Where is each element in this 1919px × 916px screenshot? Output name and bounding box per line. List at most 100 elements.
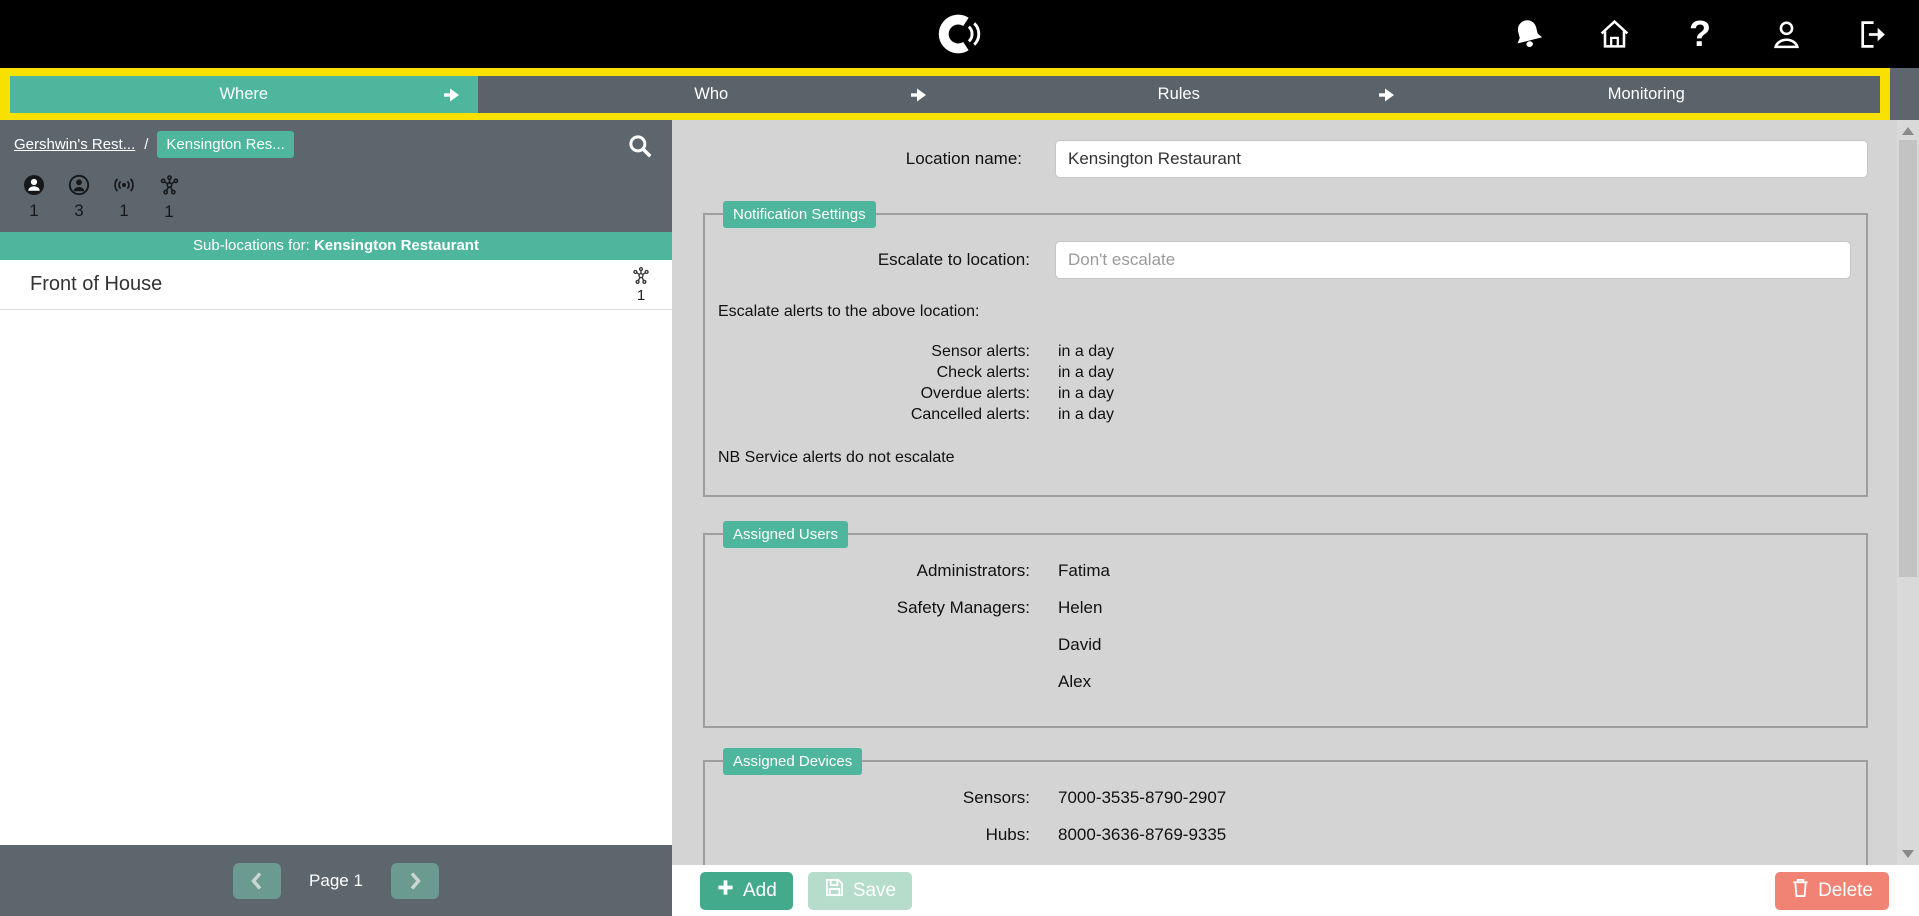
step-tab-monitoring[interactable]: Monitoring bbox=[1413, 76, 1881, 113]
count-value: 1 bbox=[108, 202, 140, 221]
escalate-to-location-input[interactable] bbox=[1055, 241, 1851, 279]
breadcrumb-current-chip[interactable]: Kensington Res... bbox=[157, 131, 293, 158]
device-row: Sensors: 7000-3535-8790-2907 bbox=[718, 788, 1851, 808]
escalate-note: Escalate alerts to the above location: bbox=[718, 303, 1851, 321]
save-button[interactable]: Save bbox=[808, 872, 912, 910]
step-label: Where bbox=[219, 85, 268, 104]
page-next-button[interactable] bbox=[391, 863, 439, 899]
location-sidebar: Gershwin's Rest... / Kensington Res... bbox=[0, 120, 672, 916]
scrollbar-thumb[interactable] bbox=[1899, 140, 1917, 577]
user-row: Administrators: Fatima bbox=[718, 561, 1851, 581]
device-id: 8000-3636-8769-9335 bbox=[1058, 825, 1226, 845]
arrow-right-icon bbox=[442, 85, 462, 105]
users-icon bbox=[67, 184, 91, 201]
step-label: Who bbox=[694, 85, 728, 104]
section-tag-assigned-devices: Assigned Devices bbox=[723, 748, 862, 775]
alert-row: Overdue alerts: in a day bbox=[718, 383, 1851, 404]
save-button-label: Save bbox=[853, 880, 896, 902]
breadcrumb-parent-link[interactable]: Gershwin's Rest... bbox=[14, 136, 135, 153]
step-tab-who[interactable]: Who bbox=[478, 76, 946, 113]
escalate-row: Escalate to location: bbox=[718, 241, 1851, 279]
plus-icon bbox=[716, 878, 735, 903]
sublocation-list: Front of House bbox=[0, 260, 672, 845]
account-icon[interactable] bbox=[1769, 17, 1803, 51]
step-label: Monitoring bbox=[1608, 85, 1685, 104]
device-row: Hubs: 8000-3636-8769-9335 bbox=[718, 825, 1851, 845]
logout-icon[interactable] bbox=[1855, 17, 1889, 51]
alert-row: Check alerts: in a day bbox=[718, 362, 1851, 383]
alert-value: in a day bbox=[1058, 383, 1114, 404]
main-panel: Location name: Notification Settings Esc… bbox=[672, 120, 1919, 916]
user-row: David bbox=[718, 635, 1851, 655]
app-root: ? Where Who bbox=[0, 0, 1919, 916]
user-row: Safety Managers: Helen bbox=[718, 598, 1851, 618]
administrators-icon bbox=[22, 184, 46, 201]
hub-icon bbox=[157, 185, 182, 202]
sublocations-prefix: Sub-locations for: bbox=[193, 237, 314, 254]
assigned-users-section: Assigned Users Administrators: Fatima Sa… bbox=[703, 533, 1868, 728]
location-name-label: Location name: bbox=[690, 149, 1022, 169]
location-form: Location name: Notification Settings Esc… bbox=[672, 120, 1919, 865]
sidebar-pagination: Page 1 bbox=[0, 845, 672, 916]
step-tab-rules[interactable]: Rules bbox=[945, 76, 1413, 113]
sensors-icon bbox=[111, 184, 137, 201]
search-icon[interactable] bbox=[626, 132, 654, 160]
alert-label: Overdue alerts: bbox=[718, 383, 1030, 404]
help-icon[interactable]: ? bbox=[1683, 17, 1717, 51]
save-floppy-icon bbox=[824, 877, 845, 904]
top-bar: ? bbox=[0, 0, 1919, 68]
home-icon[interactable] bbox=[1597, 17, 1631, 51]
location-counts: 1 3 bbox=[14, 158, 658, 232]
alert-value: in a day bbox=[1058, 404, 1114, 425]
location-name-input[interactable] bbox=[1055, 140, 1868, 178]
breadcrumb-separator: / bbox=[144, 136, 148, 153]
wizard-nav: Where Who Rules Monitoring bbox=[0, 68, 1919, 120]
administrators-count: 1 bbox=[18, 173, 50, 222]
halo-ring-logo-icon bbox=[936, 10, 984, 58]
trash-icon bbox=[1791, 877, 1810, 904]
scroll-up-button[interactable] bbox=[1897, 122, 1919, 140]
add-button-label: Add bbox=[743, 880, 777, 902]
alert-escalation-list: Sensor alerts: in a day Check alerts: in… bbox=[718, 341, 1851, 425]
user-role-label: Administrators: bbox=[718, 561, 1030, 581]
device-type-label: Sensors: bbox=[718, 788, 1030, 808]
alert-value: in a day bbox=[1058, 362, 1114, 383]
user-name: Fatima bbox=[1058, 561, 1110, 581]
sidebar-header: Gershwin's Rest... / Kensington Res... bbox=[0, 120, 672, 232]
user-row: Alex bbox=[718, 672, 1851, 692]
page-previous-button[interactable] bbox=[233, 863, 281, 899]
notification-settings-section: Notification Settings Escalate to locati… bbox=[703, 213, 1868, 497]
scroll-down-button[interactable] bbox=[1897, 845, 1919, 863]
user-name: Helen bbox=[1058, 598, 1102, 618]
breadcrumb: Gershwin's Rest... / Kensington Res... bbox=[14, 131, 658, 158]
action-bar: Add Save bbox=[672, 865, 1919, 916]
escalate-label: Escalate to location: bbox=[718, 250, 1030, 270]
user-role-label: Safety Managers: bbox=[718, 598, 1030, 618]
delete-button[interactable]: Delete bbox=[1775, 872, 1889, 910]
wizard-step-strip: Where Who Rules Monitoring bbox=[0, 68, 1890, 120]
add-button[interactable]: Add bbox=[700, 872, 793, 910]
sublocations-location-name: Kensington Restaurant bbox=[314, 237, 479, 254]
sublocation-name: Front of House bbox=[30, 273, 162, 296]
list-item-front-of-house[interactable]: Front of House bbox=[0, 260, 672, 310]
notifications-bell-icon[interactable] bbox=[1511, 17, 1545, 51]
count-value: 3 bbox=[63, 202, 95, 221]
section-tag-assigned-users: Assigned Users bbox=[723, 521, 848, 548]
section-tag-notification-settings: Notification Settings bbox=[723, 201, 876, 228]
arrow-right-icon bbox=[909, 85, 929, 105]
count-value: 1 bbox=[153, 203, 185, 222]
location-name-row: Location name: bbox=[690, 140, 1868, 178]
count-value: 1 bbox=[18, 202, 50, 221]
device-id: 7000-3535-8790-2907 bbox=[1058, 788, 1226, 808]
help-glyph: ? bbox=[1689, 16, 1711, 52]
delete-button-label: Delete bbox=[1818, 880, 1873, 902]
arrow-right-icon bbox=[1377, 85, 1397, 105]
sensors-count: 1 bbox=[108, 173, 140, 222]
vertical-scrollbar[interactable] bbox=[1897, 120, 1919, 865]
alert-label: Check alerts: bbox=[718, 362, 1030, 383]
alert-row: Cancelled alerts: in a day bbox=[718, 404, 1851, 425]
step-tab-where[interactable]: Where bbox=[10, 76, 478, 113]
device-type-label: Hubs: bbox=[718, 825, 1030, 845]
page-indicator: Page 1 bbox=[309, 871, 363, 891]
sublocation-hub-badge: 1 bbox=[630, 265, 652, 303]
